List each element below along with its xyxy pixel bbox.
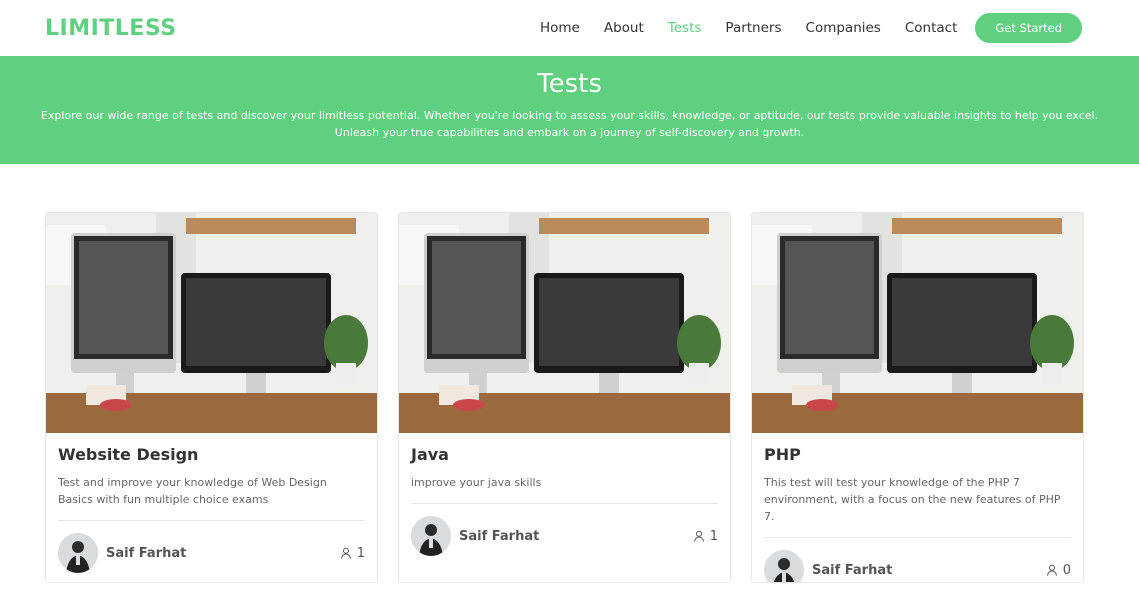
card-footer: Saif Farhat 0 [764, 538, 1071, 582]
test-card[interactable]: Website Design Test and improve your kno… [45, 212, 378, 583]
desk-computers-photo[interactable] [46, 213, 377, 433]
card-description: This test will test your knowledge of th… [764, 476, 1061, 523]
participants-count: 1 [693, 529, 718, 544]
participants-value: 1 [709, 528, 718, 544]
nav-partners[interactable]: Partners [725, 20, 781, 36]
avatar [58, 533, 98, 573]
user-icon [340, 547, 351, 559]
page-title: Tests [537, 69, 602, 99]
hero-banner: Tests Explore our wide range of tests an… [0, 56, 1139, 164]
site-logo[interactable]: LIMITLESS [45, 16, 177, 41]
test-card[interactable]: PHP This test will test your knowledge o… [751, 212, 1084, 583]
nav-tests[interactable]: Tests [668, 20, 702, 36]
card-title[interactable]: Website Design [58, 445, 365, 464]
user-icon [693, 530, 704, 542]
avatar [764, 550, 804, 582]
participants-value: 0 [1062, 562, 1071, 578]
author: Saif Farhat [411, 516, 539, 556]
desk-computers-photo[interactable] [399, 213, 730, 433]
author: Saif Farhat [58, 533, 186, 573]
card-footer: Saif Farhat 1 [58, 521, 365, 573]
author-name[interactable]: Saif Farhat [812, 563, 892, 578]
author-name[interactable]: Saif Farhat [459, 529, 539, 544]
author-name[interactable]: Saif Farhat [106, 546, 186, 561]
card-description: Test and improve your knowledge of Web D… [58, 476, 327, 506]
author: Saif Farhat [764, 550, 892, 582]
avatar [411, 516, 451, 556]
card-title[interactable]: Java [411, 445, 718, 464]
main-nav: Home About Tests Partners Companies Cont… [516, 13, 1082, 43]
participants-count: 0 [1046, 563, 1071, 578]
tests-grid: Website Design Test and improve your kno… [0, 164, 1139, 583]
desk-computers-photo[interactable] [752, 213, 1083, 433]
participants-count: 1 [340, 546, 365, 561]
nav-contact[interactable]: Contact [905, 20, 958, 36]
nav-about[interactable]: About [604, 20, 644, 36]
participants-value: 1 [356, 545, 365, 561]
get-started-button[interactable]: Get Started [975, 13, 1082, 43]
hero-description: Explore our wide range of tests and disc… [40, 109, 1099, 139]
nav-home[interactable]: Home [540, 20, 580, 36]
card-description: improve your java skills [411, 476, 542, 489]
user-icon [1046, 564, 1057, 576]
test-card[interactable]: Java improve your java skills Saif Farha… [398, 212, 731, 583]
navbar: LIMITLESS Home About Tests Partners Comp… [0, 0, 1139, 56]
card-footer: Saif Farhat 1 [411, 504, 718, 556]
card-title[interactable]: PHP [764, 445, 1071, 464]
nav-companies[interactable]: Companies [806, 20, 881, 36]
